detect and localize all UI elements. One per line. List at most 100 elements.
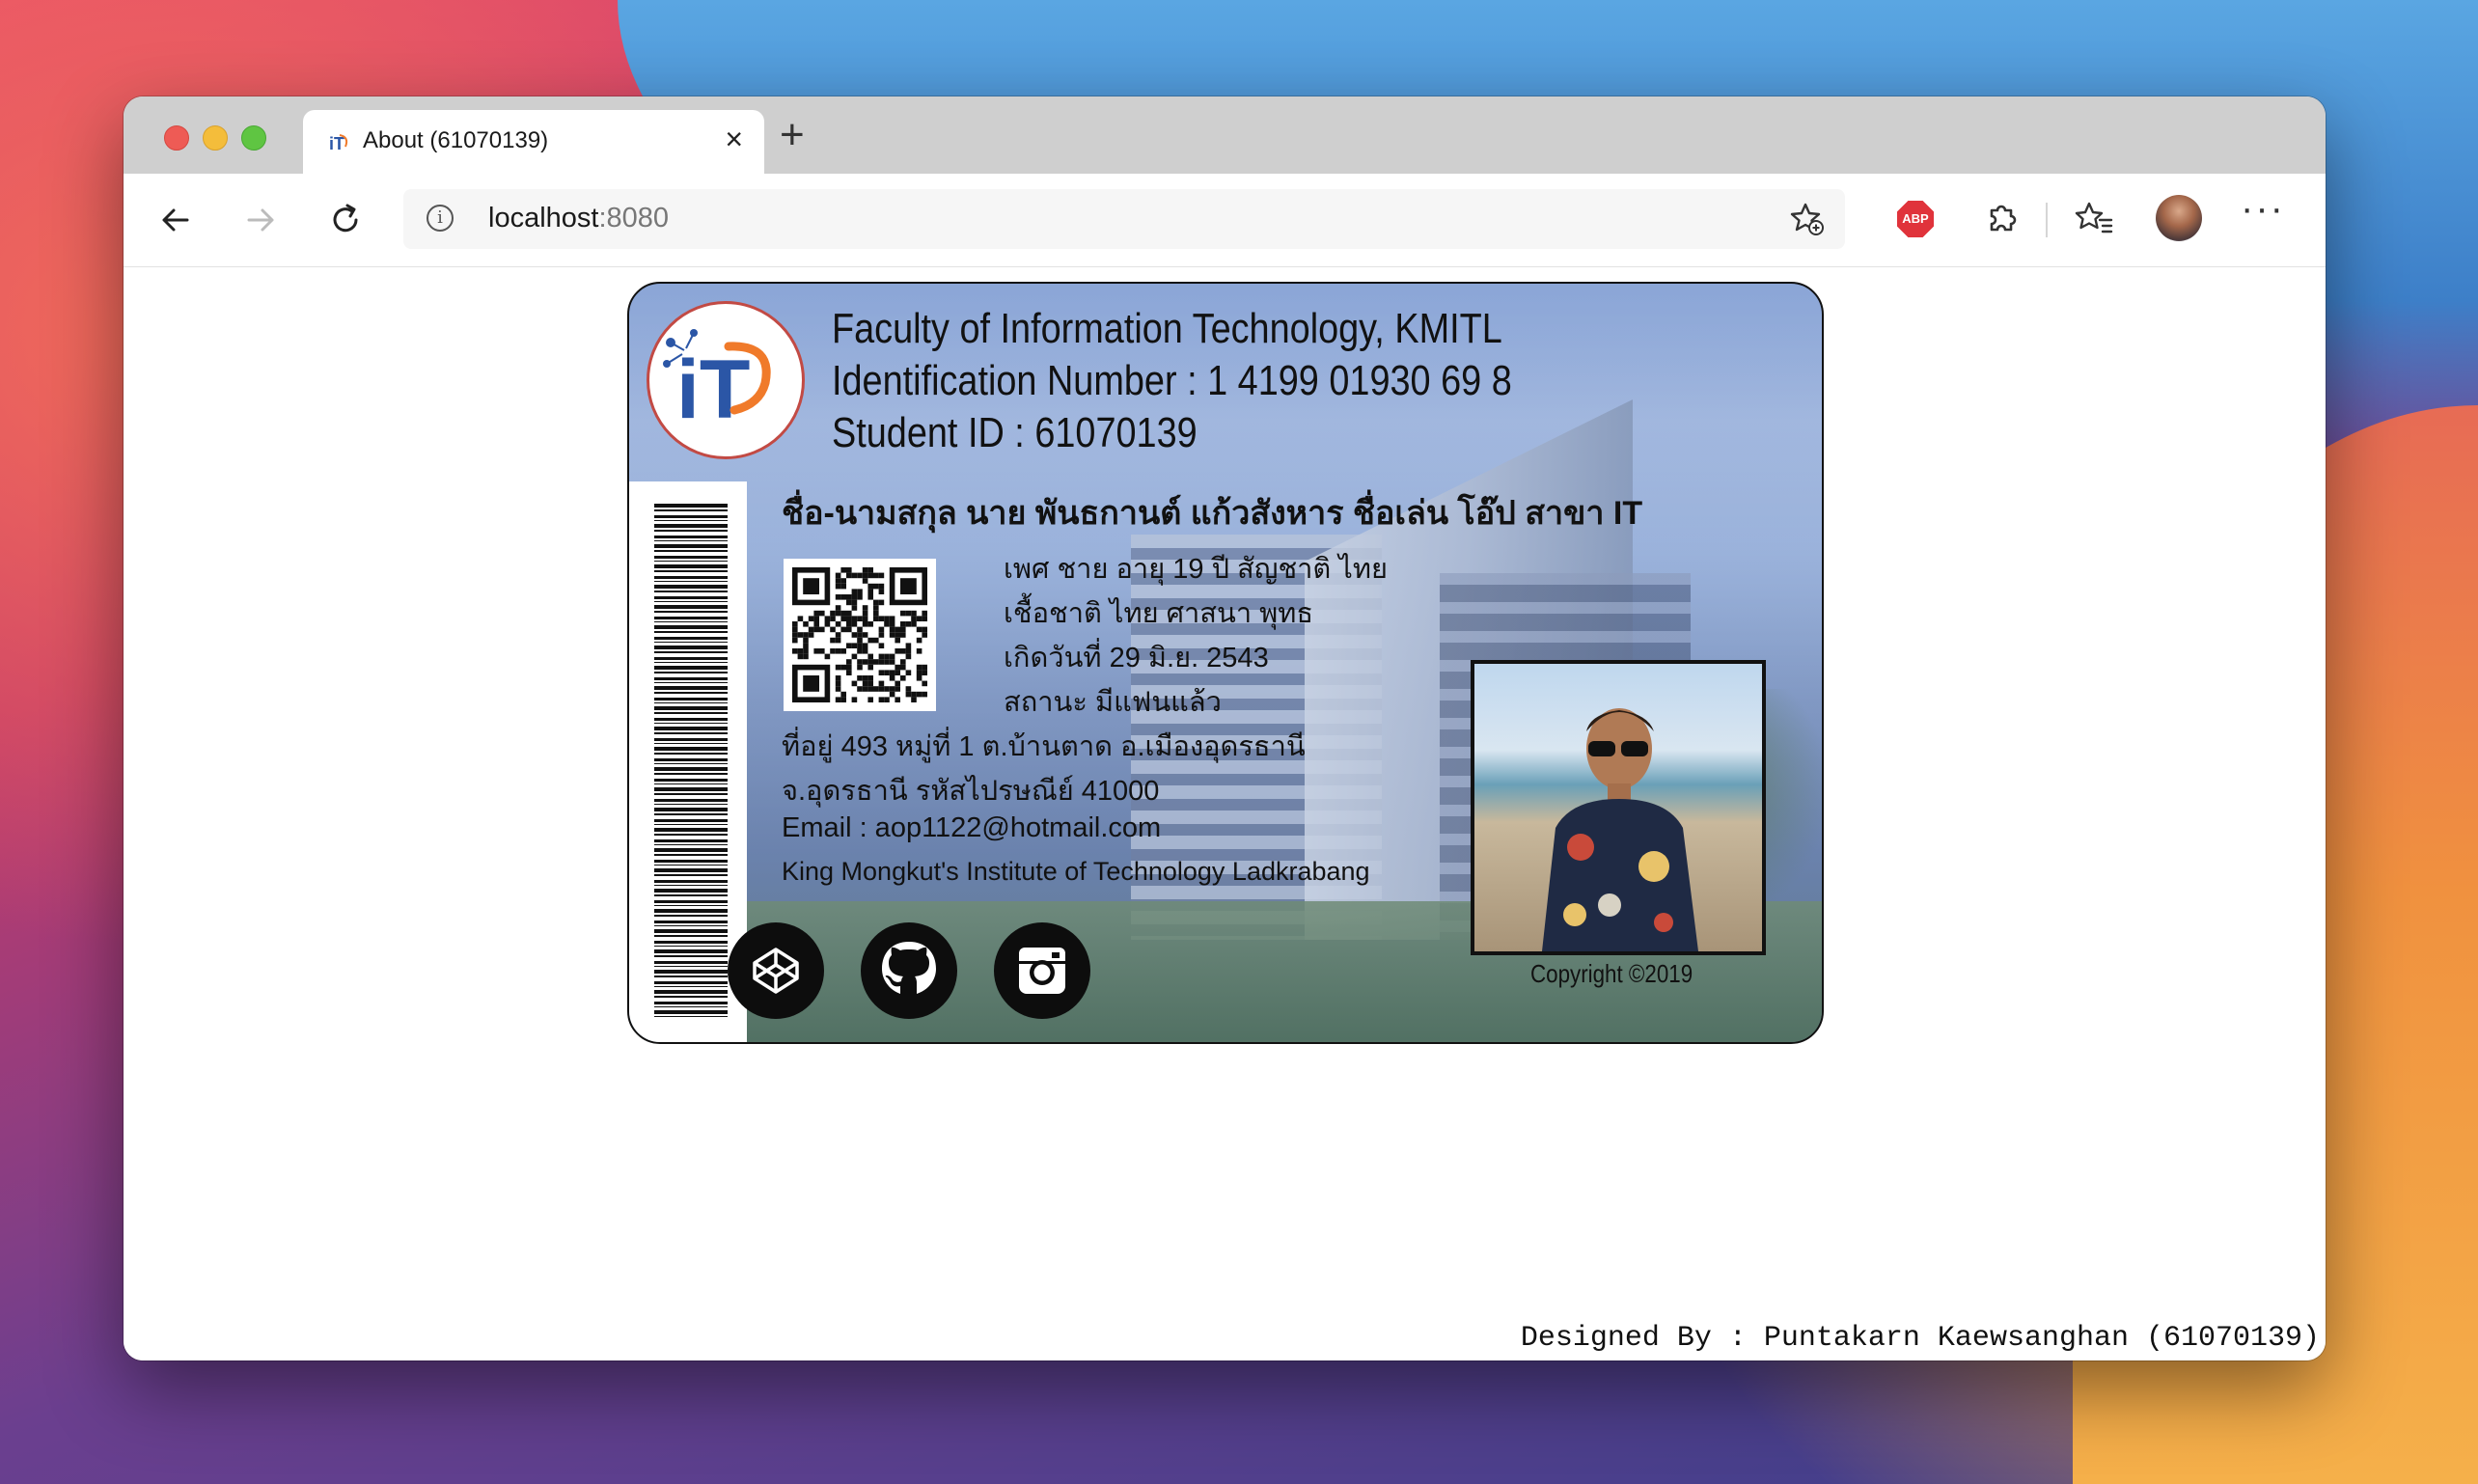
qr-module <box>846 610 852 617</box>
instagram-link[interactable] <box>994 922 1090 1019</box>
qr-module <box>884 686 890 692</box>
qr-module <box>840 610 846 617</box>
qr-module <box>819 648 825 654</box>
qr-module <box>867 664 873 671</box>
qr-module <box>900 632 906 638</box>
qr-module <box>873 637 879 644</box>
qr-module <box>819 626 825 633</box>
minimize-window-button[interactable] <box>203 125 228 151</box>
qr-module <box>813 610 819 617</box>
qr-module <box>851 572 858 579</box>
student-photo-illustration <box>1542 708 1698 951</box>
email: Email : aop1122@hotmail.com <box>782 812 1162 843</box>
info-gender-age: เพศ ชาย อายุ 19 ปี สัญชาติ ไทย <box>1004 554 1388 585</box>
qr-module <box>862 621 868 627</box>
qr-module <box>889 670 895 675</box>
qr-module <box>867 637 873 644</box>
forward-icon[interactable] <box>239 199 282 241</box>
qr-module <box>900 664 906 671</box>
qr-module <box>846 616 852 621</box>
qr-code[interactable] <box>784 559 936 711</box>
qr-module <box>862 578 868 584</box>
qr-module <box>900 648 906 654</box>
qr-module <box>873 610 879 617</box>
qr-module <box>792 637 798 644</box>
qr-module <box>867 686 873 692</box>
qr-module <box>862 648 868 654</box>
qr-module <box>916 664 922 671</box>
more-menu-icon[interactable]: ··· <box>2241 187 2285 231</box>
qr-module <box>851 632 858 638</box>
qr-module <box>889 632 895 638</box>
qr-module <box>900 675 906 681</box>
qr-module <box>905 643 912 648</box>
qr-module <box>884 616 890 621</box>
qr-module <box>851 594 858 600</box>
institute-name: King Mongkut's Institute of Technology L… <box>782 857 1370 886</box>
new-tab-button[interactable]: + <box>780 114 805 156</box>
qr-module <box>840 594 846 600</box>
qr-module <box>835 648 841 654</box>
extensions-icon[interactable] <box>1980 197 2023 239</box>
favorites-icon[interactable] <box>2073 197 2115 239</box>
add-favorite-icon[interactable] <box>1789 201 1826 237</box>
qr-module <box>857 616 863 621</box>
qr-module <box>846 626 852 633</box>
qr-module <box>895 680 900 687</box>
info-birthdate: เกิดวันที่ 29 มิ.ย. 2543 <box>1004 643 1269 673</box>
qr-module <box>830 610 836 617</box>
back-icon[interactable] <box>154 199 197 241</box>
qr-module <box>840 664 846 671</box>
qr-module <box>862 616 868 621</box>
qr-finder <box>803 675 819 692</box>
qr-module <box>884 621 890 627</box>
qr-module <box>889 659 895 665</box>
qr-module <box>922 626 927 633</box>
qr-module <box>851 653 858 660</box>
codepen-link[interactable] <box>728 922 824 1019</box>
address-bar[interactable]: i localhost:8080 <box>403 189 1845 249</box>
qr-module <box>922 610 927 617</box>
profile-avatar[interactable] <box>2156 195 2202 241</box>
qr-module <box>835 605 841 611</box>
qr-module <box>905 686 912 692</box>
qr-module <box>900 610 906 617</box>
qr-module <box>878 653 885 660</box>
qr-module <box>867 680 873 687</box>
qr-module <box>840 697 846 702</box>
qr-module <box>803 648 809 654</box>
adblock-icon[interactable]: ABP <box>1897 201 1934 237</box>
qr-module <box>889 626 895 633</box>
qr-module <box>813 621 819 627</box>
qr-module <box>857 675 863 681</box>
qr-module <box>895 670 900 675</box>
qr-module <box>862 567 868 573</box>
qr-module <box>830 637 836 644</box>
qr-module <box>895 632 900 638</box>
tab-about[interactable]: iT About (61070139) × <box>303 110 764 174</box>
site-info-icon[interactable]: i <box>427 205 454 232</box>
github-link[interactable] <box>861 922 957 1019</box>
qr-module <box>889 686 895 692</box>
qr-module <box>889 621 895 627</box>
qr-module <box>922 691 927 698</box>
qr-module <box>846 594 852 600</box>
qr-module <box>867 572 873 579</box>
qr-module <box>911 691 917 698</box>
qr-module <box>851 605 858 611</box>
url-text[interactable]: localhost:8080 <box>488 203 669 234</box>
zoom-window-button[interactable] <box>241 125 266 151</box>
qr-module <box>895 686 900 692</box>
refresh-icon[interactable] <box>324 199 367 241</box>
qr-module <box>916 637 922 644</box>
qr-module <box>835 686 841 692</box>
qr-module <box>889 653 895 660</box>
tab-close-icon[interactable]: × <box>725 124 743 154</box>
qr-module <box>835 610 841 617</box>
close-window-button[interactable] <box>164 125 189 151</box>
qr-module <box>835 594 841 600</box>
qr-module <box>873 599 879 606</box>
codepen-icon <box>753 948 799 994</box>
qr-module <box>857 664 863 671</box>
qr-module <box>813 626 819 633</box>
